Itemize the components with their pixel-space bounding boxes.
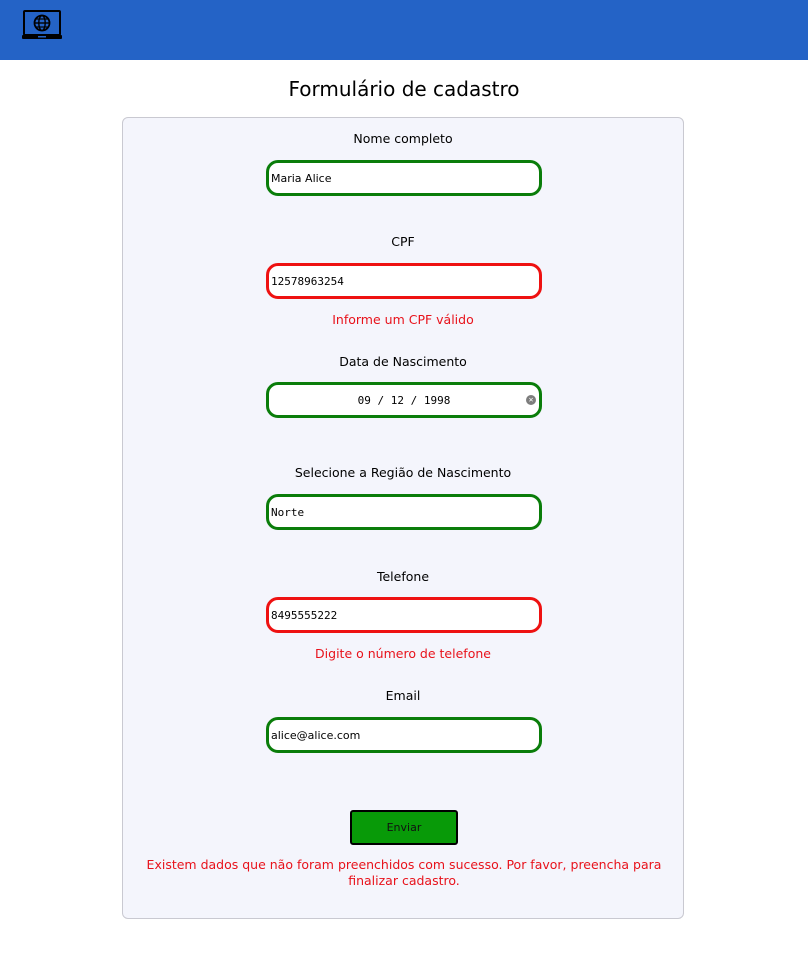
birth-date-value: 09 / 12 / 1998 — [357, 393, 451, 407]
full-name-label: Nome completo — [353, 131, 453, 146]
full-name-input[interactable]: Maria Alice — [266, 160, 542, 196]
cpf-input[interactable]: 12578963254 — [266, 263, 542, 299]
cpf-label: CPF — [391, 234, 415, 249]
email-value: alice@alice.com — [271, 728, 361, 742]
cpf-value: 12578963254 — [271, 274, 344, 288]
phone-error-message: Digite o número de telefone — [315, 646, 491, 661]
submit-button[interactable]: Enviar — [350, 810, 458, 845]
birth-region-label: Selecione a Região de Nascimento — [294, 465, 512, 480]
phone-input[interactable]: 8495555222 — [266, 597, 542, 633]
registration-form: Nome completo Maria Alice CPF 1257896325… — [122, 117, 684, 919]
phone-label: Telefone — [376, 569, 430, 584]
birth-region-value: Norte — [271, 505, 305, 519]
clear-circle-icon[interactable]: ✕ — [526, 395, 536, 405]
app-header — [0, 0, 808, 60]
email-label: Email — [385, 688, 421, 703]
full-name-value: Maria Alice — [271, 171, 332, 185]
form-error-message: Existem dados que não foram preenchidos … — [146, 857, 662, 888]
cpf-error-message: Informe um CPF válido — [332, 312, 474, 327]
page-title: Formulário de cadastro — [288, 77, 520, 101]
birth-date-label: Data de Nascimento — [339, 354, 467, 369]
email-input[interactable]: alice@alice.com — [266, 717, 542, 753]
laptop-globe-icon[interactable] — [22, 9, 62, 41]
birth-date-input[interactable]: 09 / 12 / 1998 ✕ — [266, 382, 542, 418]
phone-value: 8495555222 — [271, 608, 338, 622]
birth-region-select[interactable]: Norte — [266, 494, 542, 530]
